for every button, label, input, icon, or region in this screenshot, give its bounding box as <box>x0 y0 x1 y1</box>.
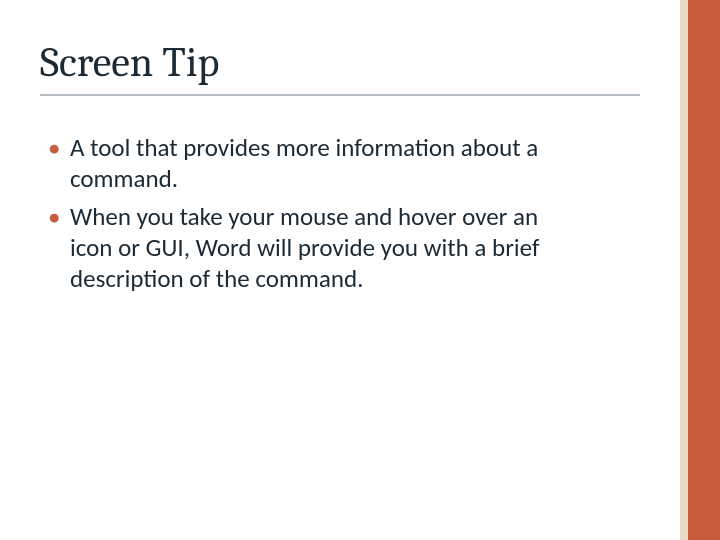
list-item: A tool that provides more information ab… <box>48 132 560 195</box>
list-item: When you take your mouse and hover over … <box>48 201 560 295</box>
bullet-list: A tool that provides more information ab… <box>40 132 560 294</box>
slide-title: Screen Tip <box>40 40 640 86</box>
accent-bar <box>688 0 720 540</box>
accent-stripe <box>680 0 688 540</box>
slide-content: Screen Tip A tool that provides more inf… <box>0 0 680 540</box>
title-underline <box>40 94 640 96</box>
